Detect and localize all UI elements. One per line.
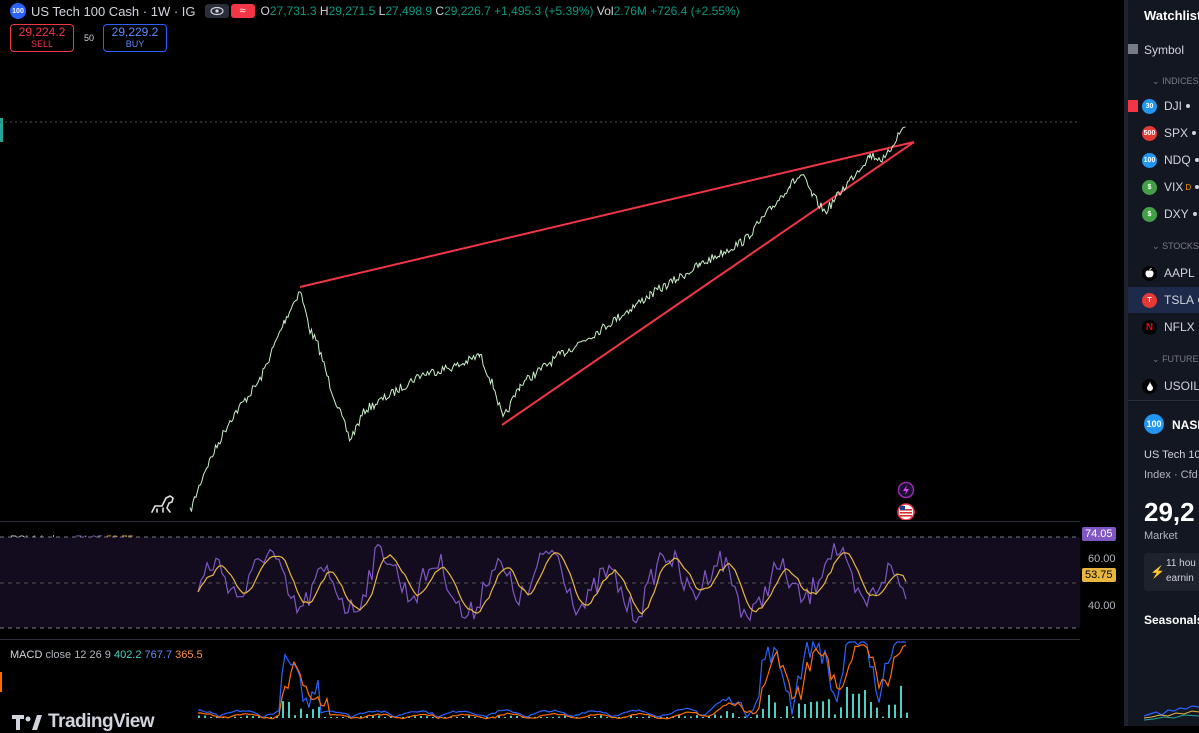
seasonals-heading[interactable]: Seasonals: [1144, 613, 1199, 627]
watchlist-item-usoil[interactable]: USOIL: [1128, 373, 1199, 399]
watchlist-item-vix[interactable]: $ VIX D: [1128, 174, 1199, 200]
earnings-event-icon[interactable]: [897, 481, 915, 499]
tv-logo-text: TradingView: [48, 711, 155, 732]
earnings-event-card[interactable]: ⚡ 11 hou earnin: [1144, 553, 1199, 591]
vix-icon: $: [1142, 179, 1157, 195]
watchlist-title[interactable]: Watchlist: [1144, 8, 1199, 23]
watchlist-item-ndq[interactable]: 100 NDQ: [1128, 147, 1199, 173]
section-futures[interactable]: ⌄ FUTURES: [1152, 354, 1199, 365]
chevron-down-icon: ⌄: [1152, 354, 1160, 364]
watchlist-item-spx[interactable]: 500 SPX: [1128, 120, 1199, 146]
rsi-value-tag: 74.05: [1082, 527, 1116, 541]
price-series: [189, 126, 906, 512]
chart-area[interactable]: 100 US Tech 100 Cash · 1W · IG ≈ O27,731…: [0, 0, 1128, 732]
trendline-lower[interactable]: [501, 141, 915, 426]
apple-icon: [1142, 265, 1157, 281]
symbol-column-header[interactable]: Symbol: [1144, 43, 1184, 57]
macd-pane[interactable]: [0, 640, 1080, 726]
chevron-down-icon: ⌄: [1152, 241, 1160, 251]
watchlist-item-nflx[interactable]: N NFLX: [1128, 314, 1199, 340]
detail-full-name: US Tech 100: [1144, 449, 1199, 461]
chevron-down-icon: ⌄: [1152, 76, 1160, 86]
detail-divider: [1128, 400, 1199, 401]
rsi-pane[interactable]: [0, 522, 1080, 637]
dino-icon: [151, 495, 174, 513]
rsi-ma-tag: 53.75: [1082, 568, 1116, 582]
section-stocks[interactable]: ⌄ STOCKS: [1152, 241, 1199, 252]
watchlist-item-dxy[interactable]: $ DXY: [1128, 201, 1199, 227]
detail-symbol-name[interactable]: NASD: [1172, 418, 1199, 432]
spx-icon: 500: [1142, 125, 1157, 141]
market-status: Market: [1144, 530, 1178, 542]
nflx-icon: N: [1142, 319, 1157, 335]
section-indices[interactable]: ⌄ INDICES: [1152, 76, 1199, 87]
oil-drop-icon: [1142, 378, 1157, 394]
trendline-upper[interactable]: [299, 141, 915, 288]
dxy-icon: $: [1142, 206, 1157, 222]
detail-type: Index · Cfd: [1144, 469, 1198, 481]
watchlist-item-dji[interactable]: 30 DJI: [1128, 93, 1199, 119]
tradingview-logo[interactable]: TradingView: [12, 711, 155, 733]
us-flag-icon[interactable]: [897, 503, 915, 520]
watchlist-panel: Watchlist Symbol ⌄ INDICES 30 DJI 500 SP…: [1128, 0, 1199, 726]
detail-symbol-logo: 100: [1144, 414, 1164, 434]
detail-price: 29,2: [1144, 497, 1195, 527]
ndq-icon: 100: [1142, 152, 1157, 168]
watchlist-item-tsla[interactable]: T TSLA: [1128, 287, 1199, 313]
seasonals-mini-chart: [1144, 705, 1199, 721]
price-pane[interactable]: [0, 0, 1080, 520]
dji-icon: 30: [1142, 98, 1157, 114]
lightning-icon: ⚡: [1150, 565, 1165, 579]
tv-logo-icon: [12, 714, 42, 730]
rsi-axis-40: 40.00: [1088, 600, 1116, 612]
select-all-checkbox[interactable]: [1128, 44, 1138, 54]
tsla-icon: T: [1142, 292, 1157, 308]
rsi-axis-60: 60.00: [1088, 553, 1116, 565]
watchlist-item-aapl[interactable]: AAPL: [1128, 260, 1199, 286]
